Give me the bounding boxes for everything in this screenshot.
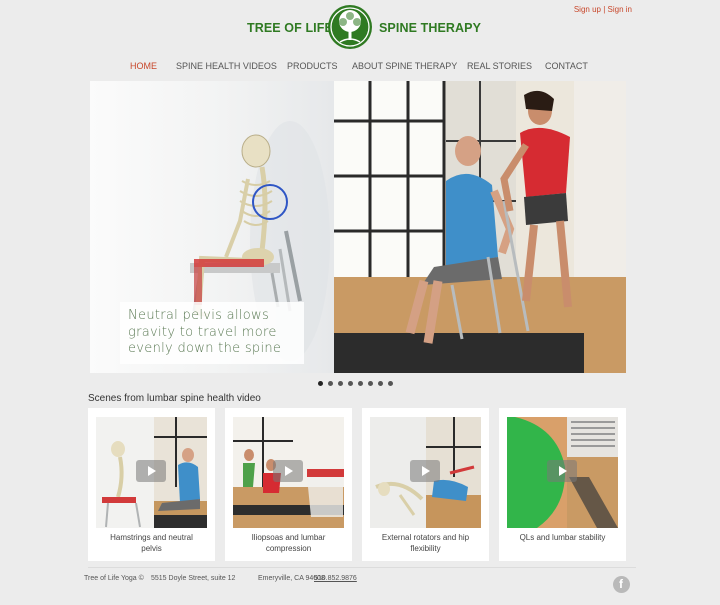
card-caption: Hamstrings and neutral pelvis <box>90 532 213 554</box>
slider-dot[interactable] <box>338 381 343 386</box>
site-logo[interactable]: TREE OF LIFE SPINE THERAPY <box>247 4 481 50</box>
auth-links: Sign up | Sign in <box>574 5 632 14</box>
slider-dot[interactable] <box>358 381 363 386</box>
slider-dot[interactable] <box>318 381 323 386</box>
nav-spine-health-videos[interactable]: SPINE HEALTH VIDEOS <box>176 61 277 71</box>
card-caption: External rotators and hip flexibility <box>364 532 487 554</box>
slider-dot[interactable] <box>348 381 353 386</box>
play-icon[interactable] <box>547 460 577 482</box>
tree-icon <box>328 5 372 49</box>
nav-products[interactable]: PRODUCTS <box>287 61 338 71</box>
play-icon[interactable] <box>136 460 166 482</box>
video-card[interactable]: Iliopsoas and lumbar compression <box>225 408 352 561</box>
slider-dot[interactable] <box>368 381 373 386</box>
sign-in-link[interactable]: Sign in <box>608 5 632 14</box>
caption-line: External rotators and hip <box>381 533 470 542</box>
caption-line: compression <box>265 544 312 553</box>
main-nav: HOME SPINE HEALTH VIDEOS PRODUCTS ABOUT … <box>0 61 720 73</box>
video-thumbnail[interactable] <box>233 417 344 528</box>
hero-slider[interactable]: Neutral pelvis allows gravity to travel … <box>90 81 626 373</box>
nav-contact[interactable]: CONTACT <box>545 61 588 71</box>
caption-line: Neutral pelvis allows <box>128 308 270 323</box>
yoga-adjustment-image <box>334 81 626 373</box>
nav-home[interactable]: HOME <box>130 61 157 71</box>
section-title: Scenes from lumbar spine health video <box>88 393 261 404</box>
footer-divider <box>88 567 636 568</box>
video-card[interactable]: External rotators and hip flexibility <box>362 408 489 561</box>
video-card[interactable]: QLs and lumbar stability <box>499 408 626 561</box>
caption-line: Iliopsoas and lumbar <box>251 533 326 542</box>
caption-line: QLs and lumbar stability <box>519 533 606 542</box>
caption-line: Hamstrings and neutral <box>110 533 193 542</box>
slider-dot[interactable] <box>328 381 333 386</box>
skeleton-illustration: Neutral pelvis allows gravity to travel … <box>90 81 334 373</box>
sign-up-link[interactable]: Sign up <box>574 5 601 14</box>
video-thumbnail[interactable] <box>96 417 207 528</box>
play-icon[interactable] <box>410 460 440 482</box>
video-thumbnail[interactable] <box>370 417 481 528</box>
nav-about-spine-therapy[interactable]: ABOUT SPINE THERAPY <box>352 61 457 71</box>
video-card[interactable]: Hamstrings and neutral pelvis <box>88 408 215 561</box>
slide-caption: Neutral pelvis allows gravity to travel … <box>120 302 304 364</box>
footer-phone-link[interactable]: 510.852.9876 <box>314 575 357 582</box>
slider-dot[interactable] <box>378 381 383 386</box>
auth-separator: | <box>603 5 606 14</box>
logo-text-right: SPINE THERAPY <box>379 21 482 35</box>
footer-street: 5515 Doyle Street, suite 12 <box>151 575 236 582</box>
caption-line: flexibility <box>410 544 441 553</box>
footer-company: Tree of Life Yoga © <box>84 575 144 582</box>
video-thumbnail[interactable] <box>507 417 618 528</box>
caption-line: gravity to travel more <box>128 324 277 340</box>
card-caption: Iliopsoas and lumbar compression <box>227 532 350 554</box>
facebook-icon[interactable]: f <box>613 576 630 593</box>
slider-dot[interactable] <box>388 381 393 386</box>
instructor-photo <box>334 81 626 373</box>
card-caption: QLs and lumbar stability <box>501 532 624 543</box>
facebook-glyph: f <box>619 577 623 591</box>
nav-real-stories[interactable]: REAL STORIES <box>467 61 532 71</box>
caption-line: pelvis <box>141 544 162 553</box>
play-icon[interactable] <box>273 460 303 482</box>
caption-line: evenly down the spine <box>128 341 282 356</box>
logo-text-left: TREE OF LIFE <box>247 21 333 35</box>
